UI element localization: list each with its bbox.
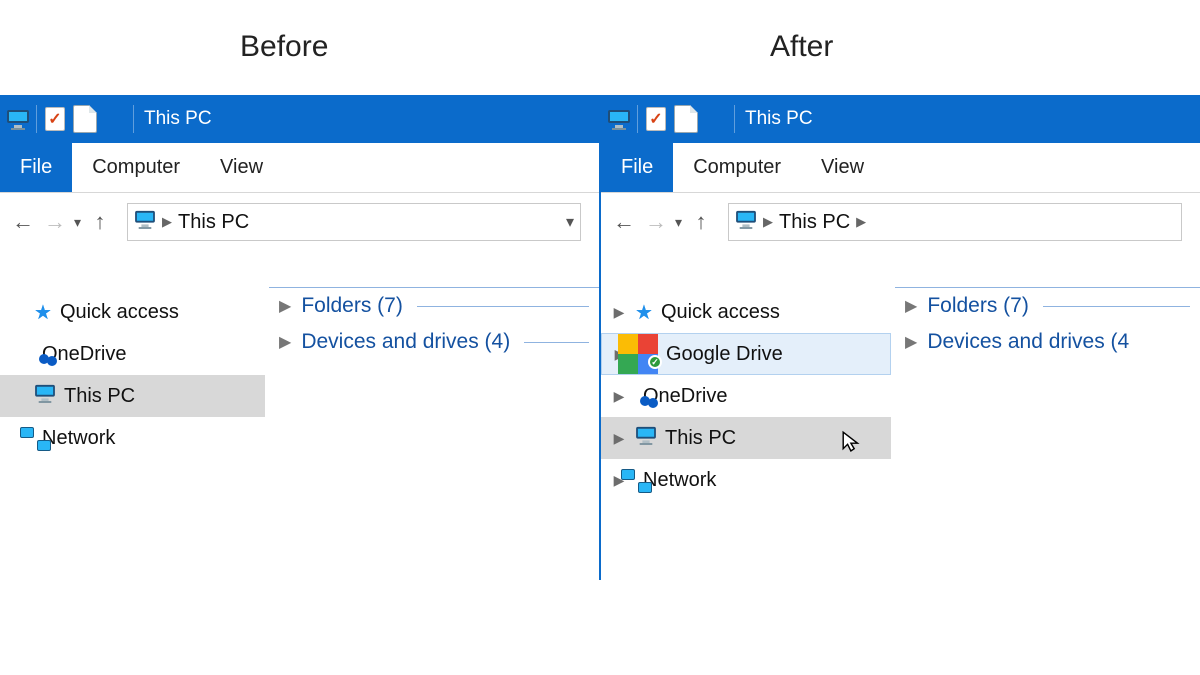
ribbon-tabs: File Computer View (601, 143, 1200, 193)
up-button[interactable]: ↑ (688, 209, 714, 235)
properties-icon[interactable]: ✓ (43, 107, 67, 131)
sidebar-item-quick-access[interactable]: ▶ ★ Quick access (601, 291, 891, 333)
forward-button[interactable]: → (643, 209, 669, 235)
titlebar-separator (637, 105, 638, 133)
sidebar-item-label: OneDrive (42, 343, 126, 366)
file-tab[interactable]: File (601, 143, 673, 192)
file-tab[interactable]: File (0, 143, 72, 192)
breadcrumb[interactable]: This PC (178, 211, 249, 234)
computer-tab[interactable]: Computer (673, 143, 801, 192)
monitor-icon (34, 384, 56, 408)
chevron-right-icon[interactable]: ▶ (905, 296, 917, 316)
properties-icon[interactable]: ✓ (644, 107, 668, 131)
sidebar-item-this-pc[interactable]: ▶ This PC (601, 417, 891, 459)
breadcrumb[interactable]: This PC (779, 211, 850, 234)
expand-icon[interactable]: ▶ (611, 388, 627, 405)
group-rule (1043, 306, 1190, 307)
sidebar-item-label: Quick access (661, 301, 780, 324)
before-pane: ✓ This PC File Computer View ← → ▾ ↑ ▶ T… (0, 95, 601, 580)
comparison-panes: ✓ This PC File Computer View ← → ▾ ↑ ▶ T… (0, 95, 1200, 580)
group-label: Folders (7) (301, 294, 403, 318)
expand-icon[interactable]: ▶ (611, 430, 627, 447)
titlebar-separator (36, 105, 37, 133)
location-icon (134, 210, 156, 234)
sidebar-item-onedrive[interactable]: ▶ OneDrive (0, 333, 265, 375)
group-label: Folders (7) (927, 294, 1029, 318)
navigation-pane: ▶ ★ Quick access ▶ OneDrive ▶ This PC (0, 285, 265, 580)
google-drive-icon (636, 343, 658, 365)
sidebar-item-network[interactable]: ▶ Network (0, 417, 265, 459)
view-tab[interactable]: View (200, 143, 283, 192)
titlebar-separator (133, 105, 134, 133)
sidebar-item-label: This PC (665, 427, 736, 450)
breadcrumb-chevron-icon[interactable]: ▶ (162, 214, 172, 230)
ribbon-tabs: File Computer View (0, 143, 599, 193)
explorer-body: ▶ ★ Quick access ▶ Google Drive ▶ OneDri… (601, 285, 1200, 580)
group-rule (417, 306, 589, 307)
group-label: Devices and drives (4 (927, 330, 1129, 354)
chevron-right-icon[interactable]: ▶ (905, 332, 917, 352)
content-pane[interactable]: ▶ Folders (7) ▶ Devices and drives (4) (265, 285, 599, 580)
titlebar-separator (734, 105, 735, 133)
breadcrumb-chevron-icon[interactable]: ▶ (856, 214, 866, 230)
sidebar-item-network[interactable]: ▶ Network (601, 459, 891, 501)
expand-icon[interactable]: ▶ (611, 304, 627, 321)
back-button[interactable]: ← (10, 209, 36, 235)
history-dropdown-icon[interactable]: ▾ (74, 214, 81, 231)
sidebar-item-google-drive[interactable]: ▶ Google Drive (601, 333, 891, 375)
view-tab[interactable]: View (801, 143, 884, 192)
explorer-body: ▶ ★ Quick access ▶ OneDrive ▶ This PC (0, 285, 599, 580)
sync-check-icon (648, 355, 662, 369)
content-pane[interactable]: ▶ Folders (7) ▶ Devices and drives (4 (891, 285, 1200, 580)
chevron-right-icon[interactable]: ▶ (279, 332, 291, 352)
navigation-bar: ← → ▾ ↑ ▶ This PC ▾ (0, 193, 599, 247)
window-title: This PC (745, 108, 813, 130)
group-folders[interactable]: ▶ Folders (7) (895, 287, 1200, 324)
sidebar-item-label: OneDrive (643, 385, 727, 408)
up-button[interactable]: ↑ (87, 209, 113, 235)
sidebar-item-this-pc[interactable]: ▶ This PC (0, 375, 265, 417)
group-devices[interactable]: ▶ Devices and drives (4) (269, 324, 599, 360)
window-title: This PC (144, 108, 212, 130)
qat-dropdown-icon[interactable] (103, 107, 127, 131)
sidebar-item-label: Google Drive (666, 343, 783, 366)
group-devices[interactable]: ▶ Devices and drives (4 (895, 324, 1200, 360)
navigation-bar: ← → ▾ ↑ ▶ This PC ▶ (601, 193, 1200, 247)
explorer-app-icon (6, 107, 30, 131)
address-bar[interactable]: ▶ This PC ▶ (728, 203, 1182, 241)
navigation-pane: ▶ ★ Quick access ▶ Google Drive ▶ OneDri… (601, 285, 891, 580)
qat-dropdown-icon[interactable] (704, 107, 728, 131)
group-folders[interactable]: ▶ Folders (7) (269, 287, 599, 324)
explorer-app-icon (607, 107, 631, 131)
location-icon (735, 210, 757, 234)
sidebar-item-label: Network (42, 427, 115, 450)
sidebar-item-onedrive[interactable]: ▶ OneDrive (601, 375, 891, 417)
after-pane: ✓ This PC File Computer View ← → ▾ ↑ ▶ T… (601, 95, 1200, 580)
new-folder-icon[interactable] (73, 107, 97, 131)
sidebar-item-quick-access[interactable]: ▶ ★ Quick access (0, 291, 265, 333)
star-icon: ★ (34, 300, 52, 325)
monitor-icon (635, 426, 657, 450)
star-icon: ★ (635, 300, 653, 325)
computer-tab[interactable]: Computer (72, 143, 200, 192)
chevron-right-icon[interactable]: ▶ (279, 296, 291, 316)
group-label: Devices and drives (4) (301, 330, 510, 354)
forward-button[interactable]: → (42, 209, 68, 235)
sidebar-item-label: This PC (64, 385, 135, 408)
before-label: Before (240, 30, 328, 64)
address-dropdown-icon[interactable]: ▾ (566, 212, 574, 232)
window-titlebar[interactable]: ✓ This PC (601, 95, 1200, 143)
sidebar-item-label: Network (643, 469, 716, 492)
new-folder-icon[interactable] (674, 107, 698, 131)
sidebar-item-label: Quick access (60, 301, 179, 324)
after-label: After (770, 30, 833, 64)
group-rule (524, 342, 589, 343)
history-dropdown-icon[interactable]: ▾ (675, 214, 682, 231)
window-titlebar[interactable]: ✓ This PC (0, 95, 599, 143)
breadcrumb-chevron-icon[interactable]: ▶ (763, 214, 773, 230)
back-button[interactable]: ← (611, 209, 637, 235)
address-bar[interactable]: ▶ This PC ▾ (127, 203, 581, 241)
